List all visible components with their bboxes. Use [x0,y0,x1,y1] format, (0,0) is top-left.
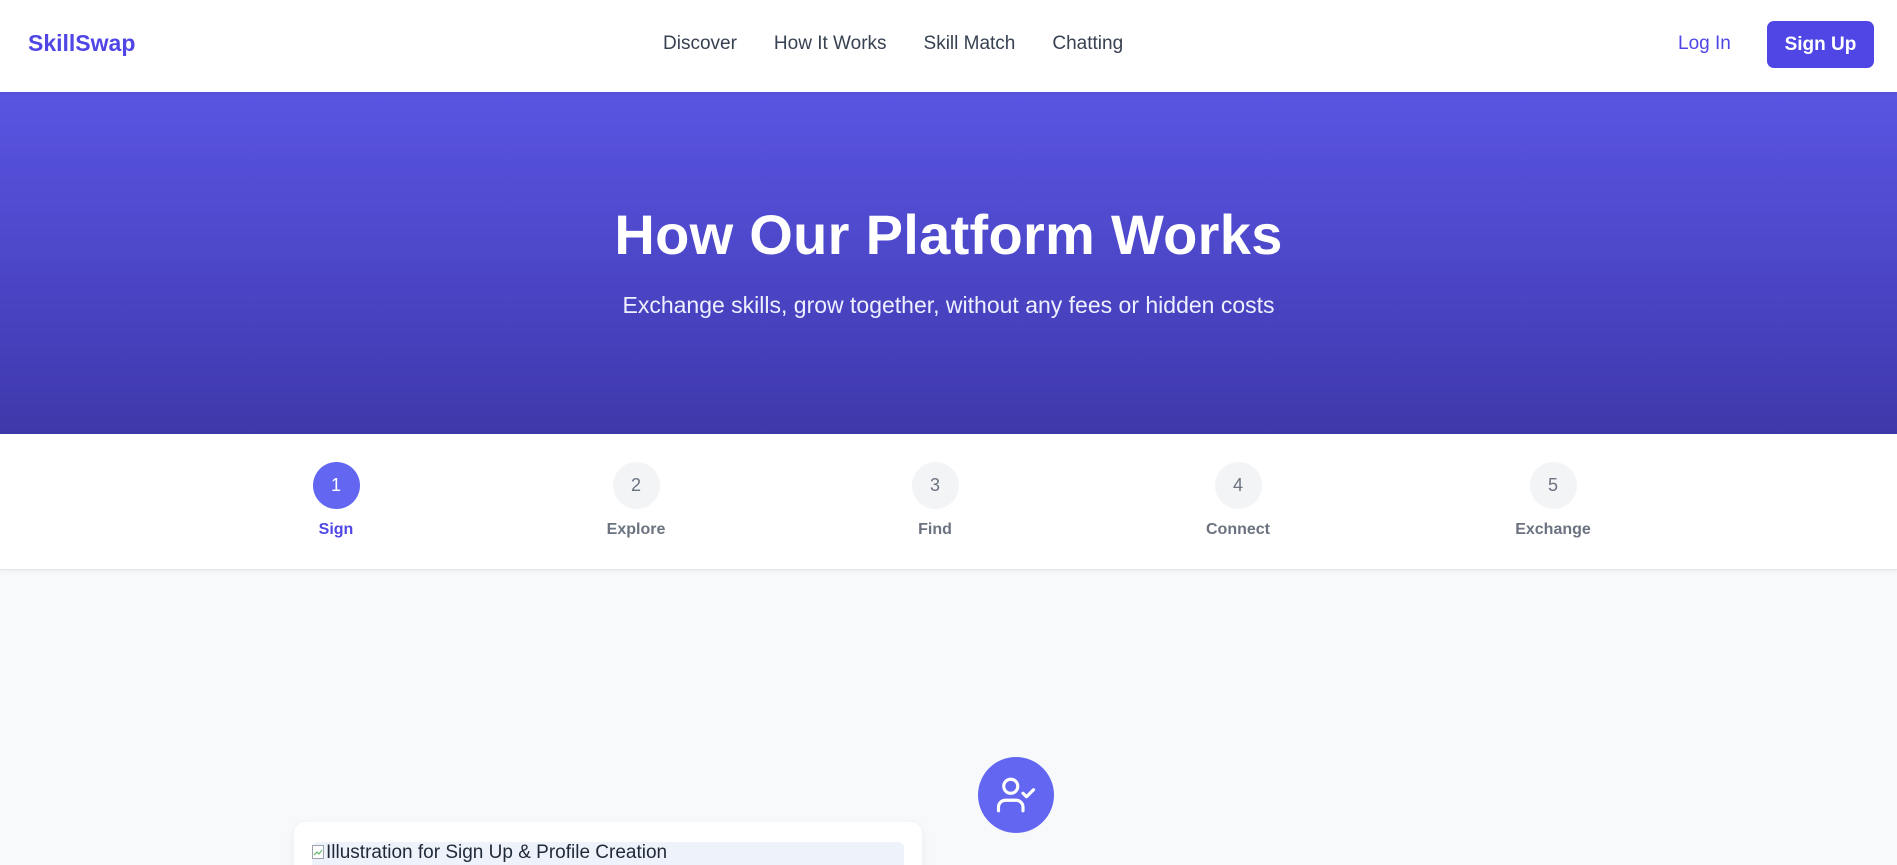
step-card: Illustration for Sign Up & Profile Creat… [294,822,922,865]
step-label: Explore [606,521,666,538]
nav-chatting[interactable]: Chatting [1052,33,1123,55]
broken-image-icon [312,845,324,859]
nav-how-it-works[interactable]: How It Works [774,33,887,55]
hero-title: How Our Platform Works [614,203,1283,266]
step-sign[interactable]: 1 Sign [276,462,396,539]
step-label: Find [918,521,952,538]
step-label: Sign [318,521,354,538]
login-link[interactable]: Log In [1678,33,1731,55]
nav-discover[interactable]: Discover [663,33,737,55]
steps-bar: 1 Sign 2 Explore 3 Find 4 Connect 5 Exch… [0,434,1897,570]
image-alt-text: Illustration for Sign Up & Profile Creat… [312,842,667,864]
user-check-icon [978,757,1054,833]
nav-skill-match[interactable]: Skill Match [924,33,1016,55]
step-number: 4 [1214,462,1262,509]
hero-subtitle: Exchange skills, grow together, without … [622,292,1275,318]
step-connect[interactable]: 4 Connect [1178,462,1298,539]
step-number: 1 [312,462,360,509]
step-find[interactable]: 3 Find [875,462,995,539]
step-exchange[interactable]: 5 Exchange [1493,462,1613,539]
step-number: 5 [1529,462,1577,509]
step-label: Connect [1206,521,1270,538]
hero-banner: How Our Platform Works Exchange skills, … [0,92,1897,434]
main-nav: Discover How It Works Skill Match Chatti… [663,33,1160,55]
site-header: SkillSwap Discover How It Works Skill Ma… [0,0,1897,92]
logo[interactable]: SkillSwap [28,30,135,57]
signup-button[interactable]: Sign Up [1767,21,1874,68]
image-alt-label: Illustration for Sign Up & Profile Creat… [326,842,668,863]
step-explore[interactable]: 2 Explore [576,462,696,539]
step-number: 3 [911,462,959,509]
step-number: 2 [612,462,660,509]
step-label: Exchange [1515,521,1591,538]
